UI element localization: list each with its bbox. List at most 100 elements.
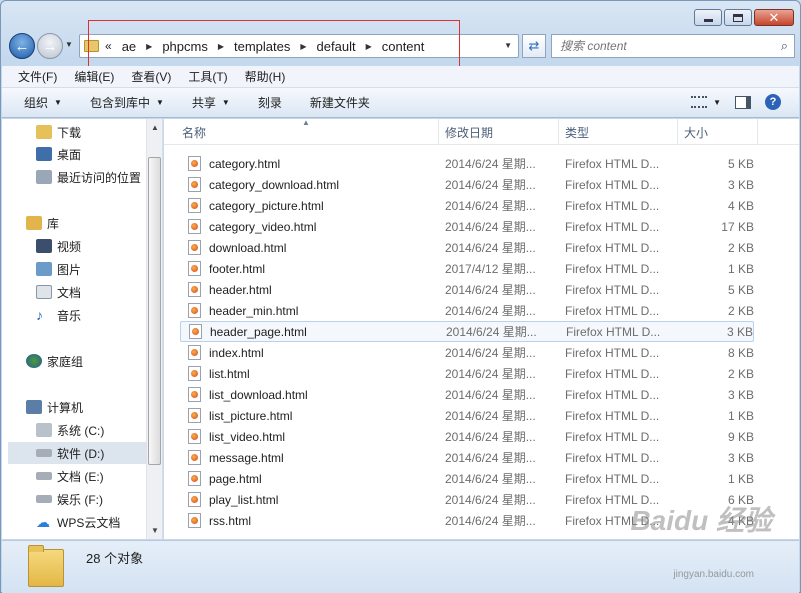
column-size[interactable]: 大小 <box>678 119 758 145</box>
nav-scrollbar[interactable]: ▲ ▼ <box>146 119 162 539</box>
recent-pages-dropdown[interactable]: ▼ <box>65 40 73 49</box>
burn-button[interactable]: 刻录 <box>258 94 282 111</box>
table-row[interactable]: category_video.html 2014/6/24 星期... Firefo… <box>180 216 754 237</box>
column-date[interactable]: 修改日期 <box>439 119 559 145</box>
change-view-icon[interactable] <box>691 96 708 108</box>
file-name-cell[interactable]: download.html <box>188 240 286 255</box>
table-row[interactable]: list_picture.html 2014/6/24 星期... Firefox … <box>180 405 754 426</box>
table-row[interactable]: download.html 2014/6/24 星期... Firefox HTML… <box>180 237 754 258</box>
column-name[interactable]: 名称 <box>176 119 439 145</box>
menu-help[interactable]: 帮助(H) <box>244 66 287 87</box>
address-dropdown-icon[interactable]: ▼ <box>504 41 512 50</box>
organize-button[interactable]: 组织 ▼ <box>24 94 62 111</box>
help-icon[interactable]: ? <box>765 94 781 110</box>
nav-item-pictures[interactable]: 图片 <box>36 258 81 280</box>
table-row[interactable]: header.html 2014/6/24 星期... Firefox HTML D… <box>180 279 754 300</box>
nav-item-desktop[interactable]: 桌面 <box>36 143 81 165</box>
nav-item-drive-c[interactable]: 系统 (C:) <box>36 419 104 441</box>
minimize-button[interactable] <box>694 9 722 26</box>
breadcrumb-separator-icon[interactable]: ▶ <box>146 42 152 51</box>
share-button[interactable]: 共享 ▼ <box>192 94 230 111</box>
table-row[interactable]: rss.html 2014/6/24 星期... Firefox HTML D...… <box>180 510 754 531</box>
table-row[interactable]: message.html 2014/6/24 星期... Firefox HTML … <box>180 447 754 468</box>
file-name-cell[interactable]: list_picture.html <box>188 408 292 423</box>
close-button[interactable]: ✕ <box>754 9 794 26</box>
preview-pane-icon[interactable] <box>735 95 751 109</box>
file-name-cell[interactable]: message.html <box>188 450 284 465</box>
table-row[interactable]: category.html 2014/6/24 星期... Firefox HTML… <box>180 153 754 174</box>
breadcrumb-separator-icon[interactable]: ▶ <box>300 42 306 51</box>
include-library-button[interactable]: 包含到库中 ▼ <box>90 94 164 111</box>
table-row[interactable]: header_min.html 2014/6/24 星期... Firefox HT… <box>180 300 754 321</box>
file-name-cell[interactable]: header_min.html <box>188 303 298 318</box>
nav-item-wps[interactable]: ☁ WPS云文档 <box>36 511 120 533</box>
new-folder-button[interactable]: 新建文件夹 <box>310 94 370 111</box>
nav-item-drive-d[interactable]: 软件 (D:) <box>8 442 152 464</box>
nav-item-drive-f[interactable]: 娱乐 (F:) <box>36 488 103 510</box>
menu-edit[interactable]: 编辑(E) <box>73 66 115 87</box>
scroll-down-icon[interactable]: ▼ <box>151 526 159 535</box>
file-name-cell[interactable]: category_video.html <box>188 219 316 234</box>
breadcrumb-item[interactable]: templates <box>234 39 290 54</box>
file-name-cell[interactable]: index.html <box>188 345 264 360</box>
file-name-cell[interactable]: rss.html <box>188 513 251 528</box>
table-row[interactable]: list.html 2014/6/24 星期... Firefox HTML D..… <box>180 363 754 384</box>
menu-tools[interactable]: 工具(T) <box>187 66 228 87</box>
firefox-html-file-icon <box>189 324 202 339</box>
nav-item-music[interactable]: ♪ 音乐 <box>36 304 81 326</box>
refresh-button[interactable]: ⇄ <box>522 34 546 58</box>
nav-item-drive-e[interactable]: 文档 (E:) <box>36 465 104 487</box>
nav-item-computer[interactable]: 计算机 <box>26 396 83 418</box>
nav-item-downloads[interactable]: 下载 <box>36 121 81 143</box>
table-row[interactable]: header_page.html 2014/6/24 星期... Firefox H… <box>180 321 754 342</box>
breadcrumb-item[interactable]: default <box>317 39 356 54</box>
file-name-cell[interactable]: list.html <box>188 366 250 381</box>
file-name-cell[interactable]: list_download.html <box>188 387 308 402</box>
forward-button[interactable]: → <box>37 33 63 59</box>
view-dropdown-icon[interactable]: ▼ <box>713 98 721 107</box>
file-name: header.html <box>209 282 272 297</box>
magnifier-icon[interactable]: ⌕ <box>781 38 788 54</box>
file-name-cell[interactable]: list_video.html <box>188 429 285 444</box>
table-row[interactable]: list_download.html 2014/6/24 星期... Firefox… <box>180 384 754 405</box>
nav-item-libraries[interactable]: 库 <box>26 212 59 234</box>
table-row[interactable]: category_picture.html 2014/6/24 星期... Fire… <box>180 195 754 216</box>
scroll-up-icon[interactable]: ▲ <box>151 123 159 132</box>
column-type[interactable]: 类型 <box>559 119 678 145</box>
desktop-icon <box>36 147 52 161</box>
back-button[interactable]: ← <box>9 33 35 59</box>
nav-label: 家庭组 <box>47 354 84 369</box>
breadcrumb-item[interactable]: phpcms <box>162 39 208 54</box>
breadcrumb-item[interactable]: ae <box>122 39 136 54</box>
table-row[interactable]: play_list.html 2014/6/24 星期... Firefox HTM… <box>180 489 754 510</box>
nav-item-homegroup[interactable]: 家庭组 <box>26 350 83 372</box>
menu-view[interactable]: 查看(V) <box>130 66 172 87</box>
maximize-button[interactable] <box>724 9 752 26</box>
breadcrumb-separator-icon[interactable]: ▶ <box>366 42 372 51</box>
address-bar[interactable]: « ae ▶ phpcms ▶ templates ▶ default ▶ co… <box>79 34 519 58</box>
file-name-cell[interactable]: footer.html <box>188 261 265 276</box>
file-name-cell[interactable]: header_page.html <box>189 324 307 339</box>
file-name-cell[interactable]: category.html <box>188 156 280 171</box>
menu-file[interactable]: 文件(F) <box>17 66 58 87</box>
file-name-cell[interactable]: page.html <box>188 471 262 486</box>
table-row[interactable]: category_download.html 2014/6/24 星期... Fir… <box>180 174 754 195</box>
file-name-cell[interactable]: category_download.html <box>188 177 339 192</box>
breadcrumb-item[interactable]: content <box>382 39 425 54</box>
file-name-cell[interactable]: header.html <box>188 282 272 297</box>
nav-item-videos[interactable]: 视频 <box>36 235 81 257</box>
breadcrumb-overflow[interactable]: « <box>105 39 112 53</box>
table-row[interactable]: index.html 2014/6/24 星期... Firefox HTML D.… <box>180 342 754 363</box>
breadcrumb-separator-icon[interactable]: ▶ <box>218 42 224 51</box>
nav-item-documents[interactable]: 文档 <box>36 281 81 303</box>
search-box[interactable]: ⌕ <box>551 34 795 58</box>
scroll-thumb[interactable] <box>148 157 161 465</box>
nav-item-recent[interactable]: 最近访问的位置 <box>36 166 141 188</box>
table-row[interactable]: footer.html 2017/4/12 星期... Firefox HTML D… <box>180 258 754 279</box>
file-name-cell[interactable]: play_list.html <box>188 492 278 507</box>
nav-label: 音乐 <box>57 308 82 323</box>
table-row[interactable]: page.html 2014/6/24 星期... Firefox HTML D..… <box>180 468 754 489</box>
file-name-cell[interactable]: category_picture.html <box>188 198 324 213</box>
search-input[interactable] <box>560 39 760 53</box>
table-row[interactable]: list_video.html 2014/6/24 星期... Firefox HT… <box>180 426 754 447</box>
